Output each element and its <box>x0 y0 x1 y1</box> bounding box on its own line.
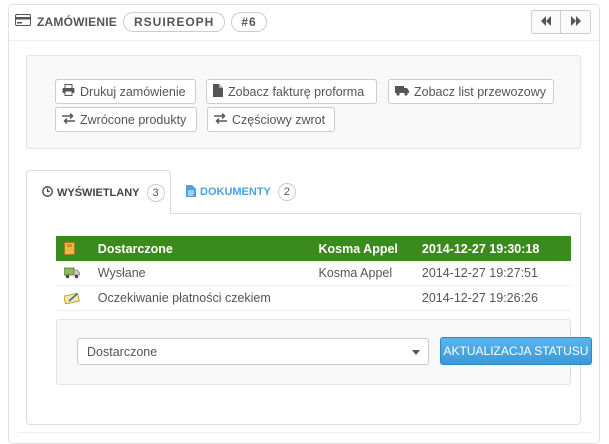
chevron-down-icon <box>412 350 420 355</box>
truck-icon <box>56 267 98 279</box>
document-icon <box>186 184 196 200</box>
print-order-button[interactable]: Drukuj zamówienie <box>55 79 196 104</box>
panel-heading: ZAMÓWIENIE RSUIREOPH #6 <box>15 9 267 35</box>
printer-icon <box>62 84 75 99</box>
history-date: 2014-12-27 19:30:18 <box>421 241 540 256</box>
bottom-divider <box>17 432 592 433</box>
double-chevron-left-icon <box>540 15 552 29</box>
order-reference-badge: RSUIREOPH <box>123 12 226 32</box>
tab-documents-label: DOKUMENTY <box>200 186 271 198</box>
history-employee: Kosma Appel <box>318 241 398 256</box>
history-date: 2014-12-27 19:26:26 <box>421 291 538 305</box>
order-number-badge: #6 <box>231 12 267 32</box>
history-row: Dostarczone Kosma Appel 2014-12-27 19:30… <box>56 236 571 261</box>
history-employee: Kosma Appel <box>318 266 393 280</box>
history-row: Wysłane Kosma Appel 2014-12-27 19:27:51 <box>56 261 571 286</box>
status-history-table: Dostarczone Kosma Appel 2014-12-27 19:30… <box>56 236 571 311</box>
tab-documents-count: 2 <box>277 183 296 201</box>
print-order-label: Drukuj zamówienie <box>80 84 186 99</box>
truck-icon <box>395 85 409 99</box>
tab-history-count: 3 <box>146 183 165 202</box>
history-date: 2014-12-27 19:27:51 <box>421 266 538 280</box>
update-status-button[interactable]: AKTUALIZACJA STATUSU <box>440 337 592 365</box>
actions-well: Drukuj zamówienie Zobacz fakturę proform… <box>26 55 581 149</box>
delivery-slip-label: Zobacz list przewozowy <box>414 84 546 99</box>
proforma-invoice-button[interactable]: Zobacz fakturę proforma <box>206 79 377 104</box>
delivered-box-icon <box>56 242 98 255</box>
credit-card-icon <box>15 13 31 31</box>
history-status: Wysłane <box>97 266 146 280</box>
clock-icon <box>42 185 53 200</box>
order-panel: ZAMÓWIENIE RSUIREOPH #6 Drukuj zamówieni… <box>8 4 600 444</box>
section-label: ZAMÓWIENIE <box>37 15 117 29</box>
returned-products-button[interactable]: Zwrócone produkty <box>55 107 197 132</box>
history-tab-pane: Dostarczone Kosma Appel 2014-12-27 19:30… <box>26 213 592 425</box>
heading-divider <box>9 40 599 41</box>
exchange-arrows-icon <box>214 112 227 127</box>
partial-refund-button[interactable]: Częściowy zwrot <box>207 107 335 132</box>
history-status: Oczekiwanie płatności czekiem <box>97 291 271 305</box>
tab-history-label: WYŚWIETLANY <box>57 186 140 199</box>
tab-documents[interactable]: DOKUMENTY 2 <box>186 170 296 214</box>
order-tabs: WYŚWIETLANY 3 DOKUMENTY 2 <box>26 170 581 215</box>
order-status-value: Dostarczone <box>87 344 158 359</box>
returned-products-label: Zwrócone produkty <box>80 112 187 127</box>
history-status: Dostarczone <box>97 241 173 256</box>
partial-refund-label: Częściowy zwrot <box>232 112 326 127</box>
previous-order-button[interactable] <box>531 10 561 34</box>
double-chevron-right-icon <box>570 15 582 29</box>
order-navigation <box>531 10 591 34</box>
proforma-invoice-label: Zobacz fakturę proforma <box>228 84 365 99</box>
status-update-form: Dostarczone AKTUALIZACJA STATUSU <box>56 319 592 385</box>
cheque-icon <box>56 292 98 304</box>
order-status-select[interactable]: Dostarczone <box>77 338 429 365</box>
delivery-slip-button[interactable]: Zobacz list przewozowy <box>388 79 554 104</box>
history-row: Oczekiwanie płatności czekiem 2014-12-27… <box>56 286 571 311</box>
tab-history[interactable]: WYŚWIETLANY 3 <box>26 170 171 215</box>
file-icon <box>213 83 223 100</box>
next-order-button[interactable] <box>561 10 591 34</box>
exchange-arrows-icon <box>62 112 75 127</box>
